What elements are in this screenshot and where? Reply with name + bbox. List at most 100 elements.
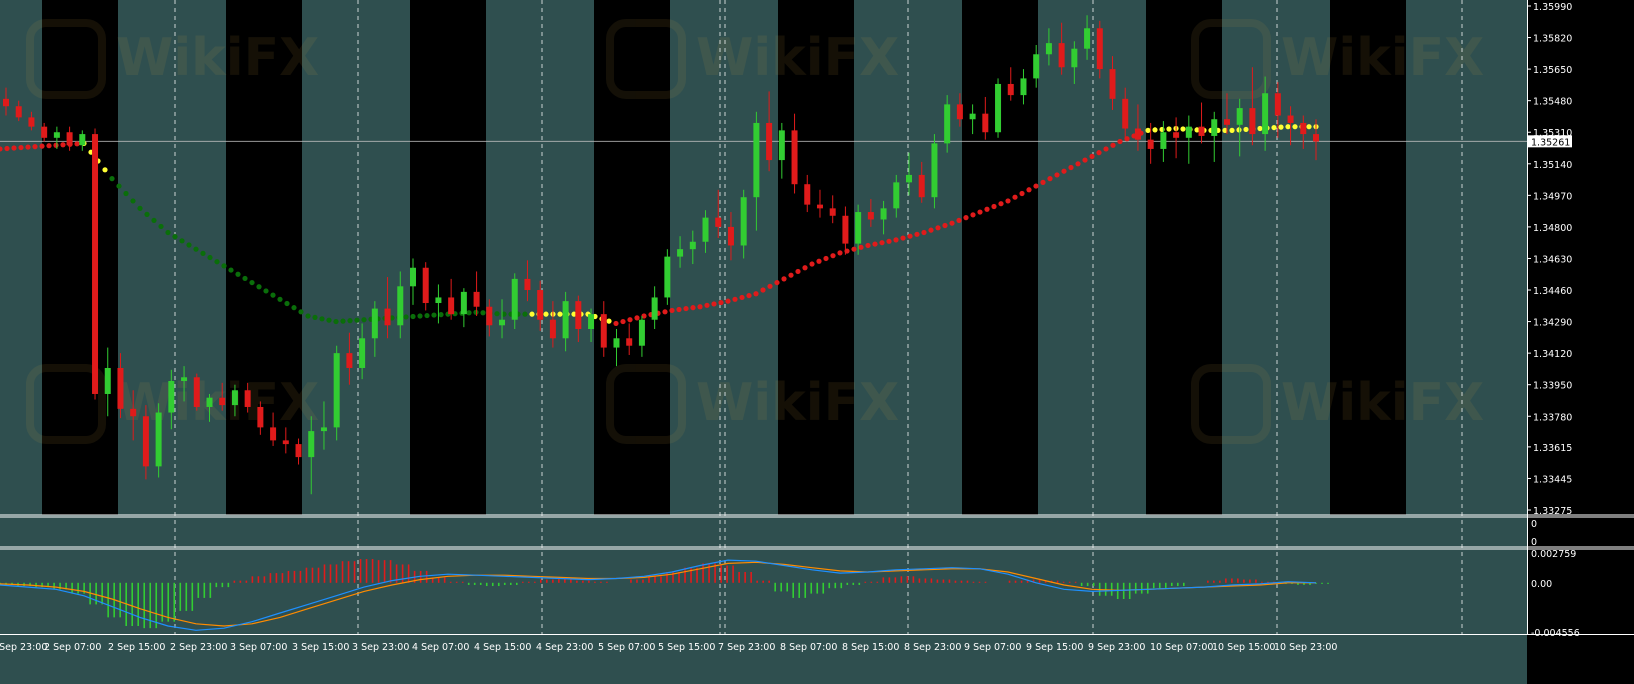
ma-dot (116, 183, 122, 189)
ma-dot (494, 311, 500, 317)
candle-body (575, 301, 582, 330)
ma-dot (431, 312, 437, 318)
candle-body (613, 338, 620, 348)
ma-dot (18, 144, 24, 151)
candle[interactable] (92, 128, 99, 400)
watermark-text: WikiFX (696, 373, 899, 433)
candle-body (664, 256, 671, 298)
candle-body (677, 249, 684, 257)
chart-svg[interactable]: WikiFX WikiFX WikiFXWikiFX WikiFX WikiFX 1.3… (0, 0, 1634, 684)
ma-dot (46, 143, 52, 149)
ma-dot (242, 275, 248, 282)
candle-body (1045, 43, 1052, 55)
ma-dot (543, 311, 549, 317)
candle[interactable] (193, 373, 200, 411)
time-tick-label: 5 Sep 07:00 (598, 642, 655, 653)
ma-dot (1285, 124, 1291, 130)
ma-dot (879, 240, 885, 246)
ma-dot (1089, 153, 1095, 159)
ma-dot (900, 235, 906, 241)
ma-dot (165, 229, 171, 236)
candle[interactable] (931, 134, 938, 209)
candle[interactable] (333, 345, 340, 441)
time-tick-label: 4 Sep 15:00 (474, 642, 531, 653)
ma-dot (1047, 176, 1053, 182)
candle-body (727, 226, 734, 246)
ma-dot (781, 276, 787, 282)
ma-dot (802, 265, 808, 271)
candle-body (626, 338, 633, 346)
candle-body (740, 197, 747, 246)
ma-dot (1082, 157, 1088, 163)
candle-body (117, 367, 124, 409)
ma-dot (340, 318, 346, 324)
candle-body (181, 377, 188, 381)
ma-dot (1012, 194, 1018, 200)
candle-body (511, 278, 518, 320)
ma-dot (1278, 124, 1284, 130)
time-tick-label: 10 Sep 23:00 (1274, 642, 1337, 653)
ma-dot (746, 292, 752, 299)
ma-dot (970, 212, 976, 218)
price-tick-label: 1.33275 (1533, 506, 1572, 517)
candle-body (867, 212, 874, 220)
ma-dot (529, 311, 535, 317)
candle-body (855, 212, 862, 244)
candle-body (1096, 28, 1103, 70)
candle[interactable] (995, 78, 1002, 138)
candle-body (206, 397, 213, 407)
ma-dot (235, 271, 241, 277)
ma-dot (438, 312, 444, 318)
ma-dot (417, 313, 423, 319)
candle-body (499, 319, 506, 326)
ma-dot (1152, 127, 1158, 133)
ma-dot (711, 301, 717, 307)
candle-body (1274, 93, 1281, 116)
ma-dot (809, 261, 815, 267)
ma-dot (627, 317, 633, 323)
ma-dot (760, 287, 766, 293)
ma-dot (1306, 124, 1312, 130)
price-tick-label: 1.33780 (1533, 412, 1572, 423)
ma-dot (886, 238, 892, 244)
ma-dot (1075, 161, 1081, 167)
price-tick-label: 1.34290 (1533, 318, 1572, 329)
candle-body (524, 278, 531, 291)
ma-dot (907, 233, 913, 239)
time-tick-label: 10 Sep 15:00 (1212, 642, 1275, 653)
candle[interactable] (664, 249, 671, 305)
ma-dot (942, 222, 948, 229)
ma-dot (753, 291, 759, 297)
ma-dot (263, 288, 269, 294)
ma-dot (830, 253, 836, 259)
ma-dot (669, 307, 675, 314)
candle-body (1211, 119, 1218, 136)
time-tick-label: 2 Sep 23:00 (0, 642, 47, 653)
ma-dot (1117, 138, 1123, 145)
candle-body (384, 308, 391, 326)
ma-dot (1005, 198, 1011, 204)
ma-dot (1243, 126, 1249, 133)
ma-dot (788, 272, 794, 278)
candle-body (486, 306, 493, 326)
ma-dot (1096, 150, 1102, 156)
candle[interactable] (155, 403, 162, 478)
ma-dot (74, 141, 80, 147)
ma-dot (102, 167, 108, 173)
ma-dot (998, 201, 1004, 207)
candle-body (588, 314, 595, 330)
time-tick-label: 7 Sep 23:00 (718, 642, 775, 653)
ma-dot (270, 292, 276, 298)
candle-body (53, 132, 60, 138)
ma-dot (354, 317, 360, 323)
candle-body (371, 308, 378, 339)
candle-body (804, 184, 811, 205)
ma-dot (480, 310, 486, 316)
candle-body (1134, 128, 1141, 140)
time-tick-label: 3 Sep 23:00 (352, 642, 409, 653)
ma-dot (697, 304, 703, 310)
ma-dot (704, 302, 710, 308)
ma-dot (956, 217, 962, 224)
ma-dot (403, 314, 409, 320)
candle-body (346, 353, 353, 368)
